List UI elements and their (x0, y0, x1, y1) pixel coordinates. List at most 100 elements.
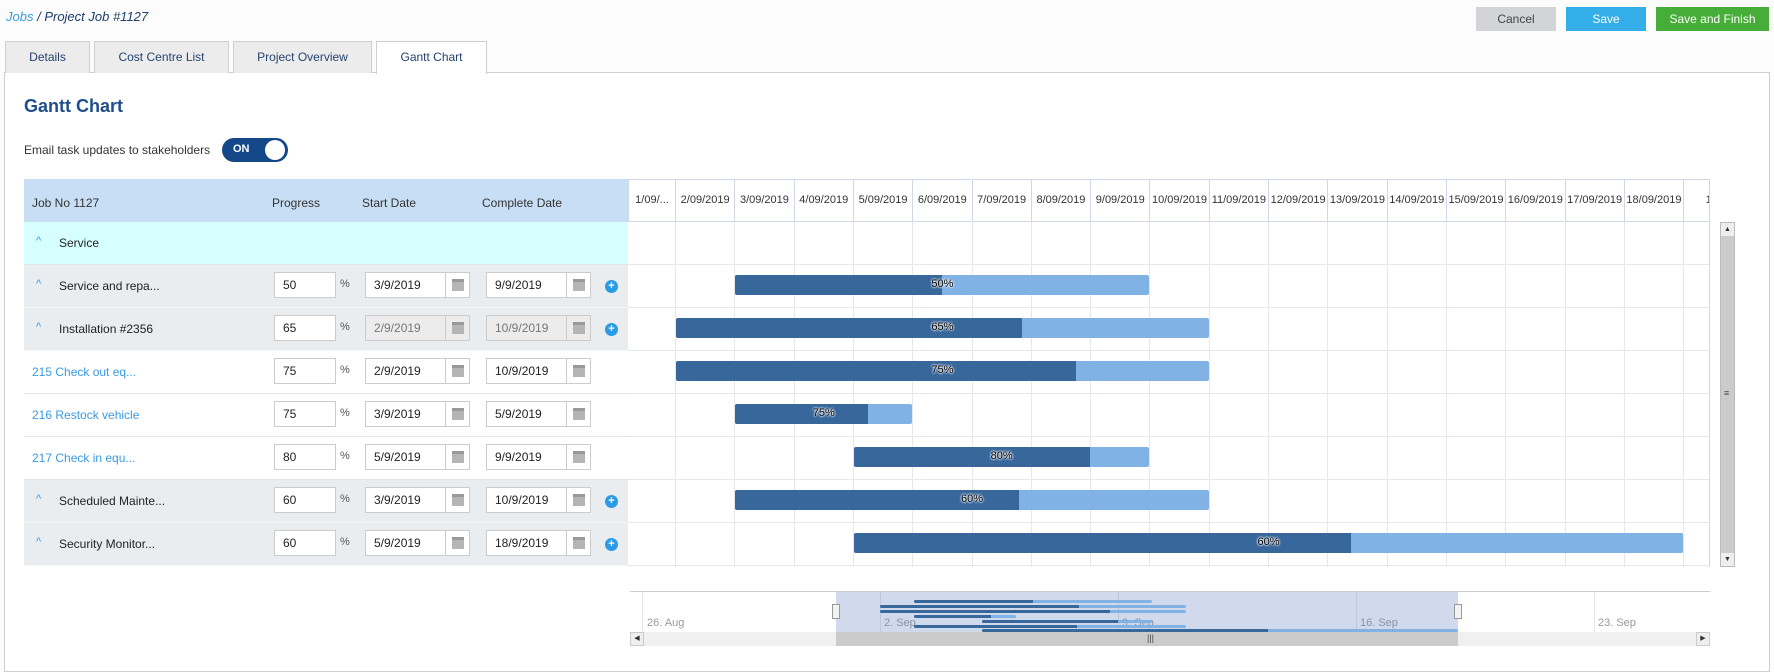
start-date-input[interactable] (366, 402, 446, 426)
tab-cost-centre-list[interactable]: Cost Centre List (94, 41, 229, 73)
start-date-field[interactable] (365, 444, 470, 470)
tab-details[interactable]: Details (5, 41, 90, 73)
complete-date-input[interactable] (487, 273, 567, 297)
header-start-date: Start Date (362, 196, 417, 210)
scroll-up-icon[interactable]: ▲ (1721, 223, 1734, 236)
collapse-chevron-icon[interactable]: ^ (36, 536, 41, 548)
navigator-left-handle[interactable] (832, 604, 840, 619)
complete-date-field[interactable] (486, 272, 591, 298)
complete-date-field[interactable] (486, 315, 591, 341)
progress-input[interactable] (274, 487, 336, 513)
group-row: ^ Service and repa...% + (24, 265, 628, 308)
navigator-mini-bar-progress (914, 615, 991, 618)
date-column-header: 6/09/2019 (912, 179, 972, 222)
horizontal-scroll-thumb[interactable]: ||| (836, 632, 1458, 646)
cancel-button[interactable]: Cancel (1476, 7, 1556, 31)
calendar-icon[interactable] (566, 445, 590, 469)
add-task-icon[interactable]: + (605, 538, 618, 551)
task-bar[interactable]: 75% (735, 404, 913, 424)
progress-input[interactable] (274, 315, 336, 341)
calendar-icon[interactable] (566, 488, 590, 512)
start-date-field[interactable] (365, 487, 470, 513)
calendar-icon[interactable] (445, 316, 469, 340)
progress-input[interactable] (274, 444, 336, 470)
calendar-icon[interactable] (445, 359, 469, 383)
progress-input[interactable] (274, 272, 336, 298)
start-date-field[interactable] (365, 530, 470, 556)
email-updates-toggle[interactable]: ON (222, 138, 288, 162)
tab-gantt-chart[interactable]: Gantt Chart (376, 41, 487, 74)
progress-input[interactable] (274, 358, 336, 384)
timeline-navigator[interactable]: 26. Aug 2. Sep 9. Sep 16. Sep 23. Sep ||| ◀ ▶ (630, 591, 1710, 646)
start-date-input[interactable] (366, 488, 446, 512)
calendar-icon[interactable] (445, 488, 469, 512)
task-bar[interactable]: 80% (853, 447, 1150, 467)
collapse-chevron-icon[interactable]: ^ (36, 278, 41, 290)
navigator-mini-bar-progress (914, 625, 1078, 628)
navigator-right-handle[interactable] (1454, 604, 1462, 619)
collapse-chevron-icon[interactable]: ^ (36, 321, 41, 333)
add-task-icon[interactable]: + (605, 323, 618, 336)
start-date-input[interactable] (366, 531, 446, 555)
calendar-icon[interactable] (566, 359, 590, 383)
add-task-icon[interactable]: + (605, 280, 618, 293)
task-bar[interactable]: 60% (735, 490, 1209, 510)
start-date-input[interactable] (366, 445, 446, 469)
percent-sign: % (340, 364, 350, 376)
complete-date-field[interactable] (486, 358, 591, 384)
task-row: 215 Check out eq...% (24, 351, 628, 394)
complete-date-field[interactable] (486, 487, 591, 513)
save-and-finish-button[interactable]: Save and Finish (1656, 7, 1769, 31)
row-name[interactable]: 216 Restock vehicle (32, 408, 139, 422)
task-bar-label: 50% (931, 278, 954, 290)
collapse-chevron-icon[interactable]: ^ (36, 493, 41, 505)
progress-input[interactable] (274, 530, 336, 556)
vertical-scrollbar[interactable]: ▲ ≡ ▼ (1720, 222, 1735, 567)
scroll-left-icon[interactable]: ◀ (630, 632, 644, 646)
calendar-icon[interactable] (566, 531, 590, 555)
tab-project-overview[interactable]: Project Overview (233, 41, 372, 73)
row-name[interactable]: 215 Check out eq... (32, 365, 136, 379)
email-updates-label: Email task updates to stakeholders (24, 143, 211, 157)
complete-date-input[interactable] (487, 531, 567, 555)
complete-date-input[interactable] (487, 316, 567, 340)
task-bar[interactable]: 75% (676, 361, 1209, 381)
complete-date-input[interactable] (487, 488, 567, 512)
start-date-field[interactable] (365, 272, 470, 298)
task-bar-label: 60% (960, 493, 983, 505)
start-date-field[interactable] (365, 358, 470, 384)
percent-sign: % (340, 450, 350, 462)
complete-date-field[interactable] (486, 444, 591, 470)
calendar-icon[interactable] (445, 531, 469, 555)
navigator-mini-bar-progress (880, 610, 1110, 613)
start-date-input[interactable] (366, 273, 446, 297)
calendar-icon[interactable] (445, 402, 469, 426)
calendar-icon[interactable] (566, 273, 590, 297)
complete-date-input[interactable] (487, 402, 567, 426)
navigator-mini-bar-progress (880, 605, 1079, 608)
calendar-icon[interactable] (445, 445, 469, 469)
row-name: Security Monitor... (59, 537, 156, 551)
progress-input[interactable] (274, 401, 336, 427)
complete-date-input[interactable] (487, 445, 567, 469)
start-date-field[interactable] (365, 401, 470, 427)
calendar-icon[interactable] (445, 273, 469, 297)
complete-date-input[interactable] (487, 359, 567, 383)
collapse-chevron-icon[interactable]: ^ (36, 235, 41, 247)
complete-date-field[interactable] (486, 401, 591, 427)
row-name[interactable]: 217 Check in equ... (32, 451, 135, 465)
start-date-input[interactable] (366, 359, 446, 383)
calendar-icon[interactable] (566, 316, 590, 340)
complete-date-field[interactable] (486, 530, 591, 556)
start-date-input[interactable] (366, 316, 446, 340)
add-task-icon[interactable]: + (605, 495, 618, 508)
start-date-field[interactable] (365, 315, 470, 341)
task-bar[interactable]: 65% (676, 318, 1209, 338)
task-bar[interactable]: 60% (853, 533, 1684, 553)
task-bar[interactable]: 50% (735, 275, 1150, 295)
save-button[interactable]: Save (1566, 7, 1646, 31)
scroll-down-icon[interactable]: ▼ (1721, 553, 1734, 566)
breadcrumb-jobs-link[interactable]: Jobs (6, 9, 33, 24)
calendar-icon[interactable] (566, 402, 590, 426)
scroll-right-icon[interactable]: ▶ (1696, 632, 1710, 646)
